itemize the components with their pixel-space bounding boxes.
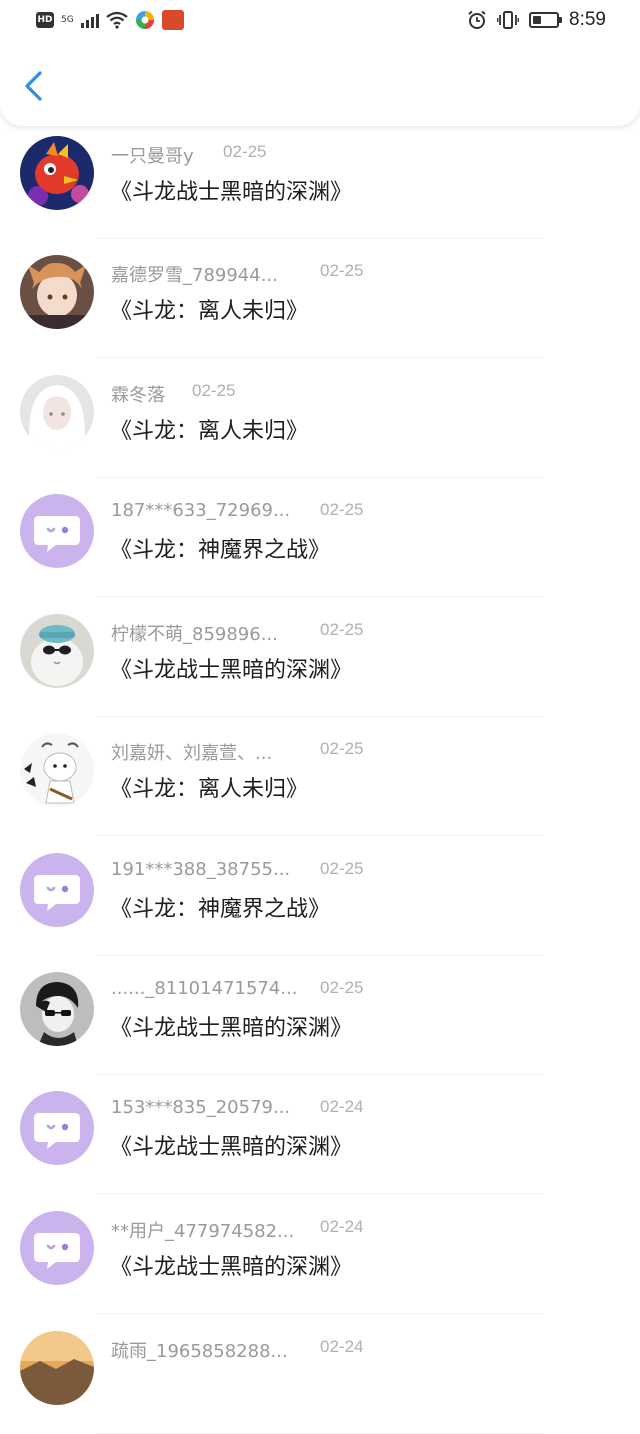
book-title[interactable]: 《斗龙：离人未归》 (110, 293, 308, 325)
user-name: 嘉德罗雪_789944... (111, 265, 278, 286)
list-item[interactable]: 153***835_20579... 02-24 《斗龙战士黑暗的深渊》 (0, 1074, 640, 1194)
list-item[interactable]: 柠檬不萌_859896... 02-25 《斗龙战士黑暗的深渊》 (0, 597, 640, 717)
book-title[interactable]: 《斗龙战士黑暗的深渊》 (110, 1010, 352, 1042)
list-item[interactable]: **用户_477974582... 02-24 《斗龙战士黑暗的深渊》 (0, 1194, 640, 1314)
status-bar: HD 5G 8:59 (0, 0, 640, 44)
post-date: 02-25 (320, 859, 364, 878)
book-title[interactable]: 《斗龙：神魔界之战》 (110, 532, 330, 564)
list-item[interactable]: 嘉德罗雪_789944... 02-25 《斗龙：离人未归》 (0, 238, 640, 358)
user-name: 柠檬不萌_859896... (111, 624, 278, 645)
post-date: 02-25 (320, 261, 364, 280)
user-name: 一只曼哥y (111, 146, 194, 167)
post-date: 02-24 (320, 1217, 364, 1236)
book-title[interactable]: 《斗龙战士黑暗的深渊》 (110, 1249, 352, 1281)
avatar-dark-boy[interactable] (20, 972, 94, 1046)
user-name: 刘嘉妍、刘嘉萱、... (111, 743, 273, 764)
app-icon-red (161, 10, 184, 30)
post-date: 02-25 (320, 739, 364, 758)
user-name: 153***835_20579... (111, 1097, 291, 1118)
user-name: 187***633_72969... (111, 500, 291, 521)
user-name: **用户_477974582... (111, 1221, 295, 1242)
network-type: 5G (61, 14, 74, 25)
reading-list: 《斗龙：神魔界之战》一只曼哥y02-25《斗龙战士黑暗的深渊》嘉德罗雪_7899… (0, 0, 640, 1434)
app-icon-colorful (135, 11, 154, 29)
book-title[interactable]: 《斗龙：离人未归》 (110, 413, 308, 445)
post-date: 02-25 (320, 500, 364, 519)
battery-level (533, 16, 542, 24)
signal-icon (80, 12, 99, 28)
avatar-anime-girl-orange[interactable] (20, 255, 94, 329)
alarm-icon (468, 10, 486, 29)
user-name: 191***388_38755... (111, 859, 291, 880)
post-date: 02-25 (320, 620, 364, 639)
avatar-default-chat-bubble[interactable] (20, 853, 94, 927)
user-name: 霖冬落 (111, 385, 165, 406)
post-date: 02-24 (320, 1337, 364, 1356)
chevron-left-icon (25, 71, 42, 101)
avatar-cat-with-glasses[interactable] (20, 614, 94, 688)
battery-icon (529, 12, 563, 28)
list-item[interactable]: 191***388_38755... 02-25 《斗龙：神魔界之战》 (0, 836, 640, 956)
post-date: 02-24 (320, 1097, 364, 1116)
user-name: ......_81101471574... (111, 978, 298, 999)
book-title[interactable]: 《斗龙：离人未归》 (110, 771, 308, 803)
post-date: 02-25 (192, 381, 236, 400)
avatar-white-creature[interactable] (20, 733, 94, 807)
title-bar (0, 44, 640, 126)
list-item[interactable]: 187***633_72969... 02-25 《斗龙：神魔界之战》 (0, 477, 640, 597)
vibrate-icon (497, 11, 520, 29)
avatar-red-dragon[interactable] (20, 136, 94, 210)
list-item[interactable]: 霖冬落 02-25 《斗龙：离人未归》 (0, 358, 640, 478)
avatar-default-chat-bubble[interactable] (20, 494, 94, 568)
avatar-sunset[interactable] (20, 1331, 94, 1405)
user-name: 疏雨_1965858288... (111, 1341, 288, 1362)
list-item[interactable]: 一只曼哥y 02-25 《斗龙战士黑暗的深渊》 (0, 119, 640, 239)
avatar-default-chat-bubble[interactable] (20, 1091, 94, 1165)
hd-icon: HD (36, 12, 54, 28)
list-item[interactable]: 疏雨_1965858288... 02-24 (0, 1314, 640, 1434)
list-item[interactable]: ......_81101471574... 02-25 《斗龙战士黑暗的深渊》 (0, 955, 640, 1075)
list-item[interactable]: 刘嘉妍、刘嘉萱、... 02-25 《斗龙：离人未归》 (0, 716, 640, 836)
wifi-icon (106, 11, 128, 29)
avatar-anime-girl-white[interactable] (20, 375, 94, 449)
post-date: 02-25 (320, 978, 364, 997)
book-title[interactable]: 《斗龙战士黑暗的深渊》 (110, 174, 352, 206)
clock: 8:59 (569, 9, 606, 30)
book-title[interactable]: 《斗龙：神魔界之战》 (110, 891, 330, 923)
avatar-default-chat-bubble[interactable] (20, 1211, 94, 1285)
book-title[interactable]: 《斗龙战士黑暗的深渊》 (110, 1129, 352, 1161)
post-date: 02-25 (223, 142, 267, 161)
back-button[interactable] (14, 66, 54, 106)
book-title[interactable]: 《斗龙战士黑暗的深渊》 (110, 652, 352, 684)
